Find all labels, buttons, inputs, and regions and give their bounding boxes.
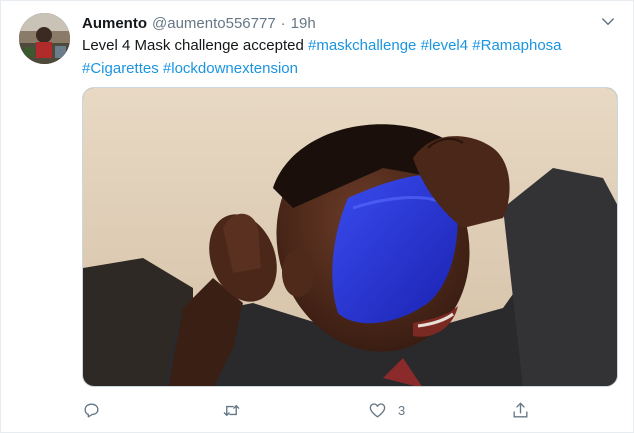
tweet-header: Aumento @aumento556777 · 19h bbox=[82, 13, 316, 33]
reply-button[interactable] bbox=[82, 400, 112, 420]
tweet-actions: 3 bbox=[82, 400, 532, 420]
heart-icon bbox=[369, 402, 386, 418]
share-button[interactable] bbox=[511, 400, 541, 420]
hashtag-link[interactable]: #Cigarettes bbox=[82, 60, 159, 77]
chevron-down-icon[interactable] bbox=[599, 13, 617, 31]
author-name[interactable]: Aumento bbox=[82, 15, 147, 32]
retweet-icon bbox=[223, 404, 240, 416]
avatar[interactable] bbox=[19, 13, 70, 64]
avatar-image bbox=[19, 13, 70, 64]
separator-dot: · bbox=[280, 14, 286, 32]
tweet-card[interactable]: Aumento @aumento556777 · 19h Level 4 Mas… bbox=[0, 0, 634, 433]
hashtag-link[interactable]: #lockdownextension bbox=[163, 60, 298, 77]
retweet-button[interactable] bbox=[222, 400, 252, 420]
share-icon bbox=[513, 402, 528, 418]
tweet-body-text: Level 4 Mask challenge accepted bbox=[82, 37, 304, 54]
author-handle[interactable]: @aumento556777 bbox=[152, 15, 276, 32]
reply-icon bbox=[84, 402, 99, 418]
like-count: 3 bbox=[398, 402, 406, 418]
hashtag-link[interactable]: #Ramaphosa bbox=[472, 37, 561, 54]
hashtag-link[interactable]: #maskchallenge bbox=[308, 37, 416, 54]
tweet-media-photo[interactable] bbox=[82, 87, 618, 387]
timestamp[interactable]: 19h bbox=[291, 15, 316, 32]
hashtag-link[interactable]: #level4 bbox=[421, 37, 469, 54]
like-button[interactable]: 3 bbox=[368, 400, 405, 420]
tweet-text: Level 4 Mask challenge accepted #maskcha… bbox=[82, 34, 612, 80]
photo-illustration bbox=[83, 88, 617, 386]
